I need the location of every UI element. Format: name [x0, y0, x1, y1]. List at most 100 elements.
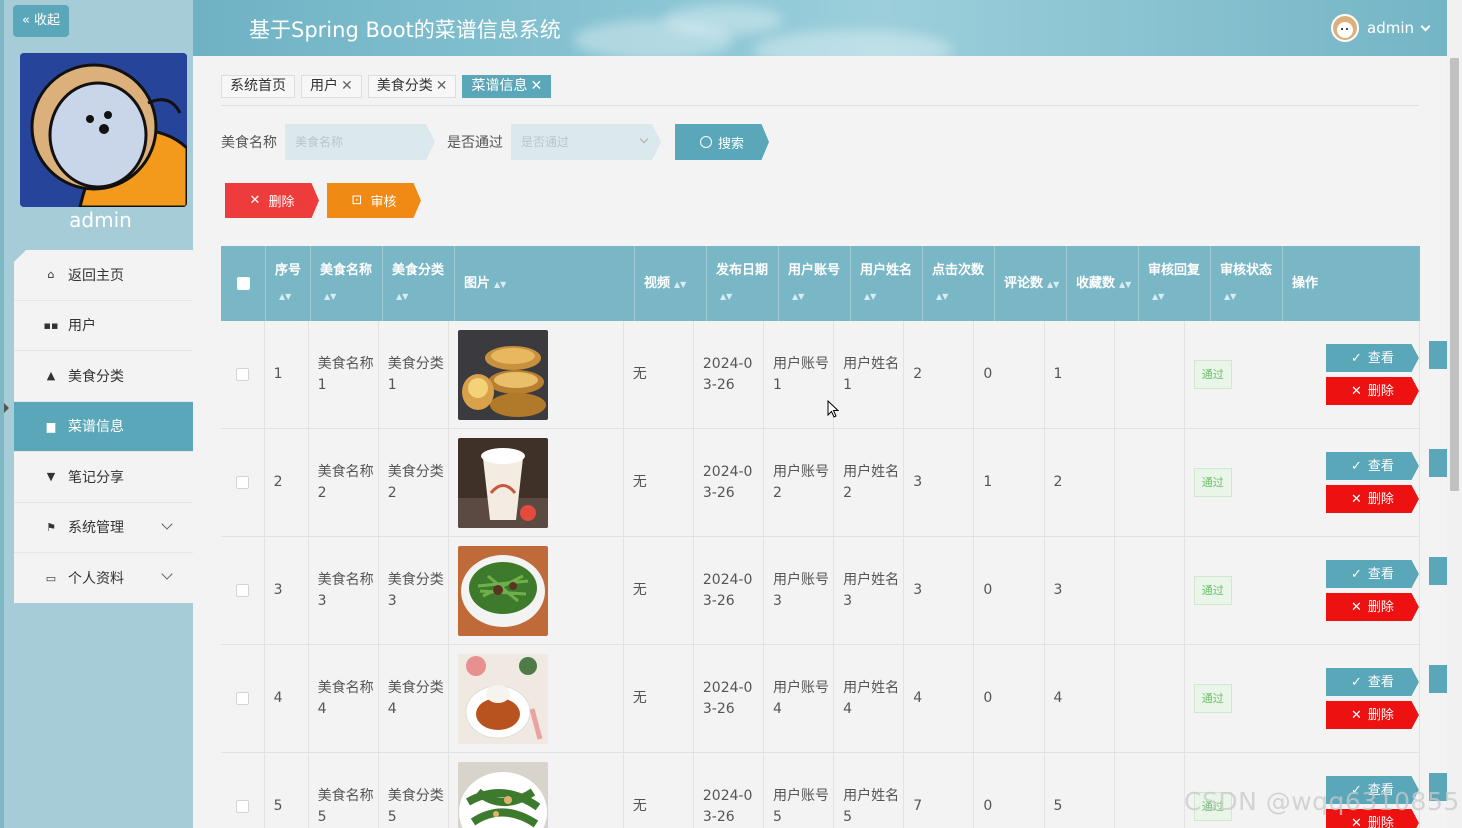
delete-button[interactable]: ✕ 删除	[1325, 701, 1419, 729]
delete-button[interactable]: ✕ 删除	[1325, 377, 1419, 405]
top-header: 基于Spring Boot的菜谱信息系统 admin	[193, 0, 1447, 56]
row-user-name-text: 用户姓名2	[843, 463, 900, 501]
close-icon[interactable]: ✕	[436, 76, 448, 97]
delete-button[interactable]: ✕ 删除	[1325, 485, 1419, 513]
tab-home[interactable]: 系统首页	[221, 75, 295, 98]
col-publish-date[interactable]: 发布日期 ▲▼	[707, 246, 779, 321]
col-food-name[interactable]: 美食名称 ▲▼	[311, 246, 383, 321]
more-button[interactable]	[1428, 341, 1447, 369]
col-food-category-label: 美食分类	[392, 263, 445, 278]
row-image-cell	[449, 753, 624, 828]
sort-icon: ▲▼	[1152, 292, 1165, 301]
more-button[interactable]	[1428, 449, 1447, 477]
passed-select[interactable]: 是否通过	[511, 124, 661, 160]
view-button-label: 查看	[1367, 674, 1394, 690]
col-audit-status[interactable]: 审核状态 ▲▼	[1211, 246, 1283, 321]
search-button[interactable]: 搜索	[675, 124, 769, 160]
tab-food-category[interactable]: 美食分类 ✕	[367, 75, 457, 98]
row-select-cell	[221, 645, 265, 752]
row-user-account-text: 用户账号5	[773, 787, 829, 825]
avatar	[20, 53, 187, 207]
row-publish-date: 2024-03-26	[694, 645, 764, 752]
row-checkbox[interactable]	[235, 584, 249, 597]
col-comments[interactable]: 评论数 ▲▼	[995, 246, 1067, 321]
audit-icon: ⊡	[351, 193, 363, 208]
sidebar-item-users[interactable]: ▪▪ 用户	[14, 301, 193, 351]
row-actions: ✓ 查看 ✕ 删除	[1317, 537, 1447, 644]
col-user-account[interactable]: 用户账号 ▲▼	[779, 246, 851, 321]
row-favorites: 5	[1045, 753, 1115, 828]
col-index[interactable]: 序号 ▲▼	[266, 246, 311, 321]
col-food-category[interactable]: 美食分类 ▲▼	[383, 246, 455, 321]
col-user-name[interactable]: 用户姓名 ▲▼	[851, 246, 923, 321]
user-menu[interactable]: admin	[1331, 14, 1431, 42]
watermark: CSDN @wqq6310855	[1184, 787, 1460, 816]
page-scrollbar[interactable]	[1447, 0, 1462, 828]
sidebar-item-profile[interactable]: ▭ 个人资料	[14, 553, 193, 603]
collapse-button[interactable]: « 收起	[13, 5, 69, 37]
col-favorites[interactable]: 收藏数 ▲▼	[1067, 246, 1139, 321]
food-name-input[interactable]: 美食名称	[285, 124, 435, 160]
row-checkbox[interactable]	[235, 368, 249, 381]
row-audit-status: 通过	[1185, 537, 1317, 644]
row-favorites-text: 3	[1053, 582, 1063, 598]
view-button[interactable]: ✓ 查看	[1325, 344, 1419, 372]
row-checkbox[interactable]	[235, 800, 249, 813]
food-image[interactable]	[457, 545, 548, 636]
more-button[interactable]	[1428, 557, 1447, 585]
sidebar-item-label: 返回主页	[68, 267, 124, 284]
select-all-checkbox[interactable]	[236, 277, 250, 290]
close-icon[interactable]: ✕	[341, 76, 353, 97]
sidebar-toggle-arrow-icon[interactable]	[4, 403, 9, 413]
more-button[interactable]	[1428, 665, 1447, 693]
row-food-category-text: 美食分类4	[387, 679, 444, 717]
col-video[interactable]: 视频 ▲▼	[635, 246, 707, 321]
sidebar-menu: ⌂ 返回主页 ▪▪ 用户 ▲ 美食分类 ▆ 菜谱信息 ▼ 笔记分享 ⚑ 系统管理…	[14, 250, 193, 603]
row-food-name: 美食名称1	[309, 321, 379, 428]
sidebar-item-home[interactable]: ⌂ 返回主页	[14, 250, 193, 301]
sidebar-item-recipe-info[interactable]: ▆ 菜谱信息	[14, 401, 193, 452]
recipe-table: 序号▲▼ 美食名称▲▼ 美食分类▲▼ 图片 ▲▼ 视频 ▲▼ 发布日期▲▼ 用户账号…	[221, 246, 1447, 828]
row-comments: 0	[974, 645, 1045, 752]
row-favorites: 1	[1045, 321, 1115, 428]
col-audit-status-label: 审核状态	[1220, 263, 1273, 278]
sidebar-item-system[interactable]: ⚑ 系统管理	[14, 503, 193, 553]
sidebar-username: admin	[69, 208, 132, 232]
row-publish-date-text: 2024-03-26	[702, 787, 753, 825]
tab-users[interactable]: 用户 ✕	[301, 75, 362, 98]
row-clicks: 2	[904, 321, 975, 428]
close-icon[interactable]: ✕	[530, 76, 542, 97]
delete-button[interactable]: ✕ 删除	[1325, 593, 1419, 621]
batch-delete-button[interactable]: ✕ 删除	[225, 183, 319, 218]
row-user-name-text: 用户姓名4	[843, 679, 900, 717]
col-clicks[interactable]: 点击次数 ▲▼	[923, 246, 995, 321]
view-button[interactable]: ✓ 查看	[1325, 560, 1419, 588]
col-image[interactable]: 图片 ▲▼	[455, 246, 635, 321]
row-food-name: 美食名称2	[309, 429, 379, 536]
col-image-label: 图片	[464, 275, 491, 291]
audit-button[interactable]: ⊡ 审核	[327, 183, 421, 218]
row-checkbox[interactable]	[235, 692, 249, 705]
row-audit-reply	[1115, 537, 1185, 644]
food-image[interactable]	[457, 653, 548, 744]
row-user-name-text: 用户姓名3	[843, 571, 900, 609]
view-button[interactable]: ✓ 查看	[1325, 452, 1419, 480]
food-image[interactable]	[457, 437, 548, 528]
row-user-account: 用户账号1	[764, 321, 835, 428]
col-user-account-label: 用户账号	[788, 263, 841, 278]
food-image[interactable]	[457, 329, 548, 420]
grid-icon: ▪▪	[43, 318, 59, 332]
col-audit-reply[interactable]: 审核回复 ▲▼	[1139, 246, 1211, 321]
food-image[interactable]	[457, 761, 548, 828]
view-button[interactable]: ✓ 查看	[1325, 668, 1419, 696]
tab-recipe-info[interactable]: 菜谱信息 ✕	[462, 75, 552, 98]
row-food-name-text: 美食名称5	[317, 787, 374, 825]
row-index-text: 1	[273, 366, 283, 382]
row-user-name: 用户姓名4	[834, 645, 905, 752]
col-actions: 操作	[1283, 246, 1419, 321]
row-user-account: 用户账号3	[764, 537, 835, 644]
sidebar-item-notes[interactable]: ▼ 笔记分享	[14, 452, 193, 503]
sidebar-item-food-category[interactable]: ▲ 美食分类	[14, 351, 193, 402]
row-checkbox[interactable]	[235, 476, 249, 489]
scrollbar-thumb[interactable]	[1450, 58, 1459, 491]
